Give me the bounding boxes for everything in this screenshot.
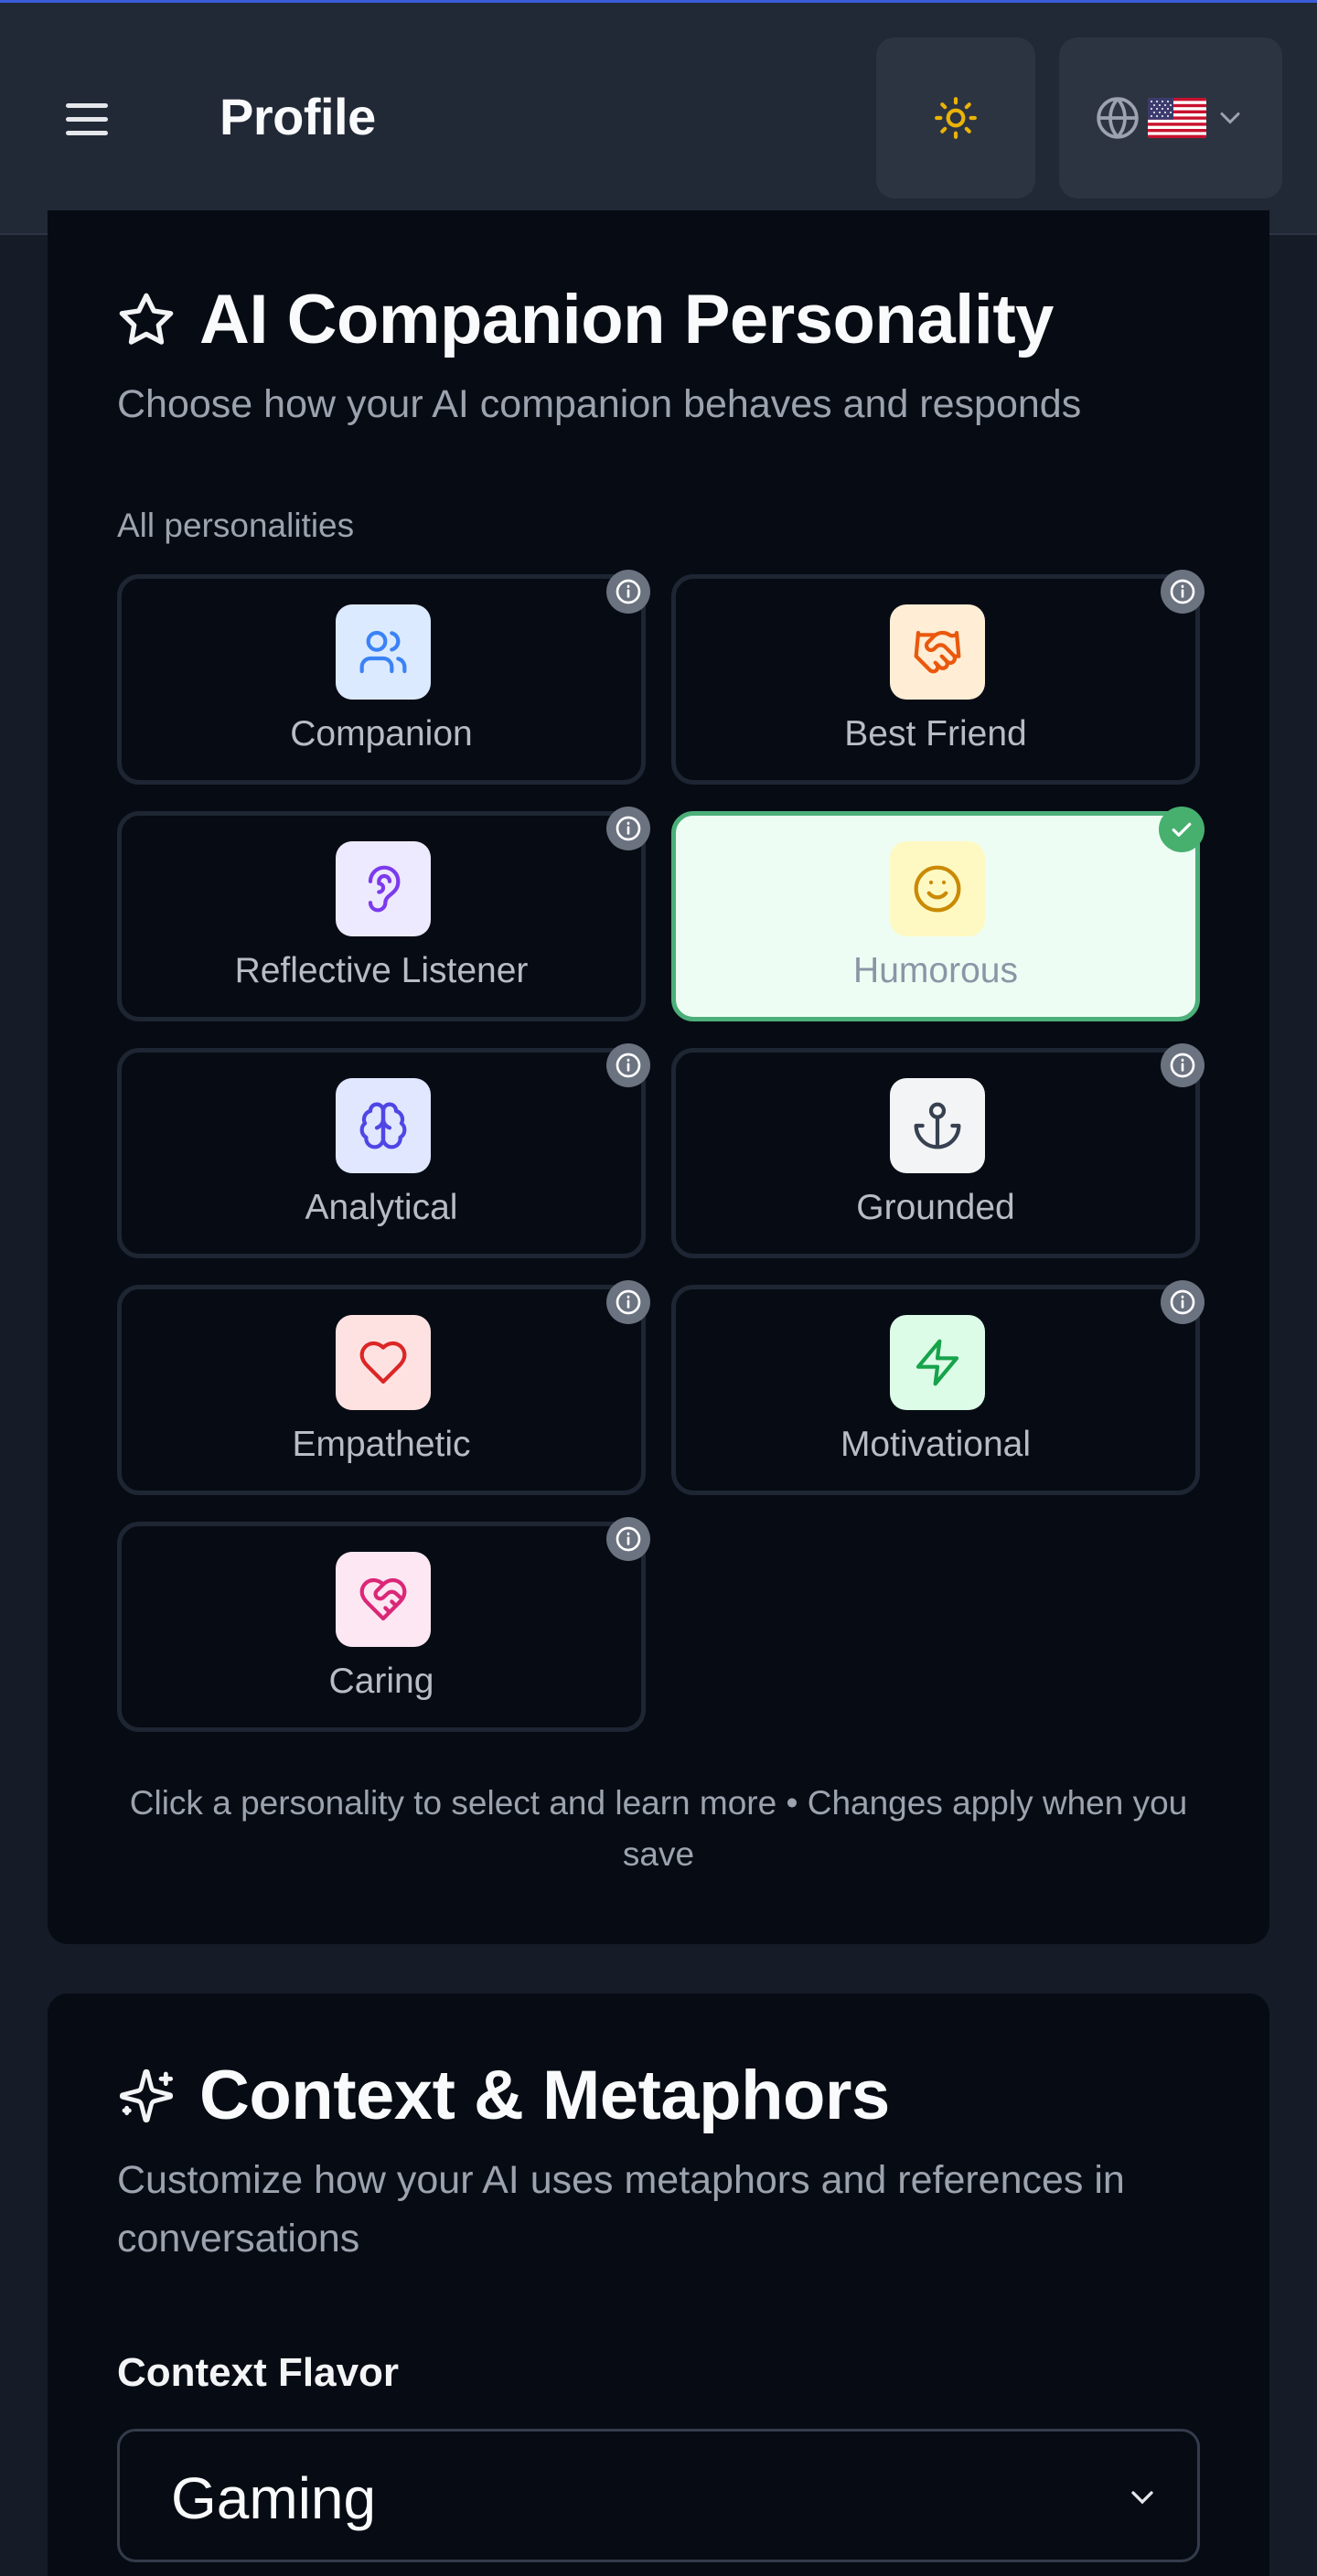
heart-icon — [359, 1341, 407, 1384]
menu-icon-bar — [66, 117, 108, 122]
personality-tile-label: Companion — [290, 714, 473, 754]
personality-tile-companion[interactable]: Companion — [117, 570, 650, 785]
personality-hint: Click a personality to select and learn … — [129, 1784, 1188, 1873]
personality-tile-label: Humorous — [853, 951, 1018, 990]
personality-tile-label: Motivational — [840, 1425, 1032, 1464]
page-title: Profile — [220, 88, 376, 145]
info-button[interactable] — [1161, 570, 1205, 614]
info-icon — [616, 1289, 641, 1315]
personality-icon-box — [890, 841, 985, 936]
info-icon — [616, 816, 641, 841]
menu-icon-bar — [66, 103, 108, 108]
personality-icon-box — [890, 1078, 985, 1173]
personality-icon-box — [336, 1552, 431, 1647]
zap-icon — [915, 1339, 959, 1386]
menu-icon-bar — [66, 131, 108, 135]
info-icon — [616, 1053, 641, 1078]
context-flavor-value: Gaming — [171, 2465, 377, 2531]
personality-tile-label: Best Friend — [844, 714, 1027, 754]
context-flavor-label: Context Flavor — [117, 2350, 400, 2395]
personality-icon-box — [890, 1315, 985, 1410]
users-icon — [359, 630, 407, 674]
info-button[interactable] — [606, 807, 650, 850]
personality-subtitle: Choose how your AI companion behaves and… — [117, 382, 1082, 426]
context-subtitle: Customize how your AI uses metaphors and… — [117, 2158, 1125, 2261]
info-button[interactable] — [606, 1043, 650, 1087]
personality-tile-label: Caring — [328, 1662, 434, 1701]
personality-tile-label: Grounded — [856, 1188, 1015, 1227]
personality-tile-analytical[interactable]: Analytical — [117, 1043, 650, 1258]
us-flag-icon — [1148, 98, 1206, 138]
anchor-icon — [914, 1102, 961, 1149]
heart-handshake-icon — [359, 1577, 407, 1621]
personality-icon-box — [890, 604, 985, 700]
info-button[interactable] — [606, 570, 650, 614]
chevron-down-icon — [1220, 112, 1240, 124]
info-icon — [616, 579, 641, 604]
info-button[interactable] — [1161, 1043, 1205, 1087]
brain-icon — [359, 1102, 407, 1149]
ear-icon — [368, 865, 401, 913]
personality-tile-humorous[interactable]: Humorous — [671, 807, 1205, 1021]
sparkles-icon — [119, 2068, 174, 2123]
chevron-down-icon — [1131, 2491, 1153, 2505]
star-icon — [119, 293, 174, 345]
personality-tile-reflective-listener[interactable]: Reflective Listener — [117, 807, 650, 1021]
context-title: Context & Metaphors — [199, 2057, 890, 2134]
personality-icon-box — [336, 841, 431, 936]
theme-toggle-button[interactable] — [876, 37, 1035, 198]
context-flavor-select[interactable]: Gaming — [117, 2429, 1200, 2562]
info-button[interactable] — [1161, 1280, 1205, 1324]
personality-icon-box — [336, 604, 431, 700]
handshake-icon — [914, 630, 961, 674]
personality-tile-label: Reflective Listener — [234, 951, 529, 990]
info-icon — [1170, 1289, 1195, 1315]
personality-list-label: All personalities — [117, 507, 355, 544]
info-icon — [616, 1526, 641, 1552]
info-button[interactable] — [606, 1280, 650, 1324]
personality-tile-label: Empathetic — [292, 1425, 471, 1464]
smile-icon — [914, 865, 961, 913]
personality-icon-box — [336, 1078, 431, 1173]
personality-tile-grounded[interactable]: Grounded — [671, 1043, 1205, 1258]
personality-icon-box — [336, 1315, 431, 1410]
personality-tile-label: Analytical — [305, 1188, 458, 1227]
personality-tile-caring[interactable]: Caring — [117, 1517, 650, 1732]
personality-title: AI Companion Personality — [199, 281, 1054, 358]
info-icon — [1170, 1053, 1195, 1078]
check-icon — [1172, 822, 1192, 837]
personality-tile-empathetic[interactable]: Empathetic — [117, 1280, 650, 1495]
info-icon — [1170, 579, 1195, 604]
app-header: Profile — [0, 3, 1317, 235]
globe-icon — [1097, 97, 1139, 139]
personality-tile-best-friend[interactable]: Best Friend — [671, 570, 1205, 785]
selected-badge — [1159, 807, 1205, 852]
sun-icon — [935, 97, 977, 139]
menu-button[interactable] — [59, 92, 115, 147]
info-button[interactable] — [606, 1517, 650, 1561]
personality-tile-motivational[interactable]: Motivational — [671, 1280, 1205, 1495]
language-selector-button[interactable] — [1059, 37, 1282, 198]
